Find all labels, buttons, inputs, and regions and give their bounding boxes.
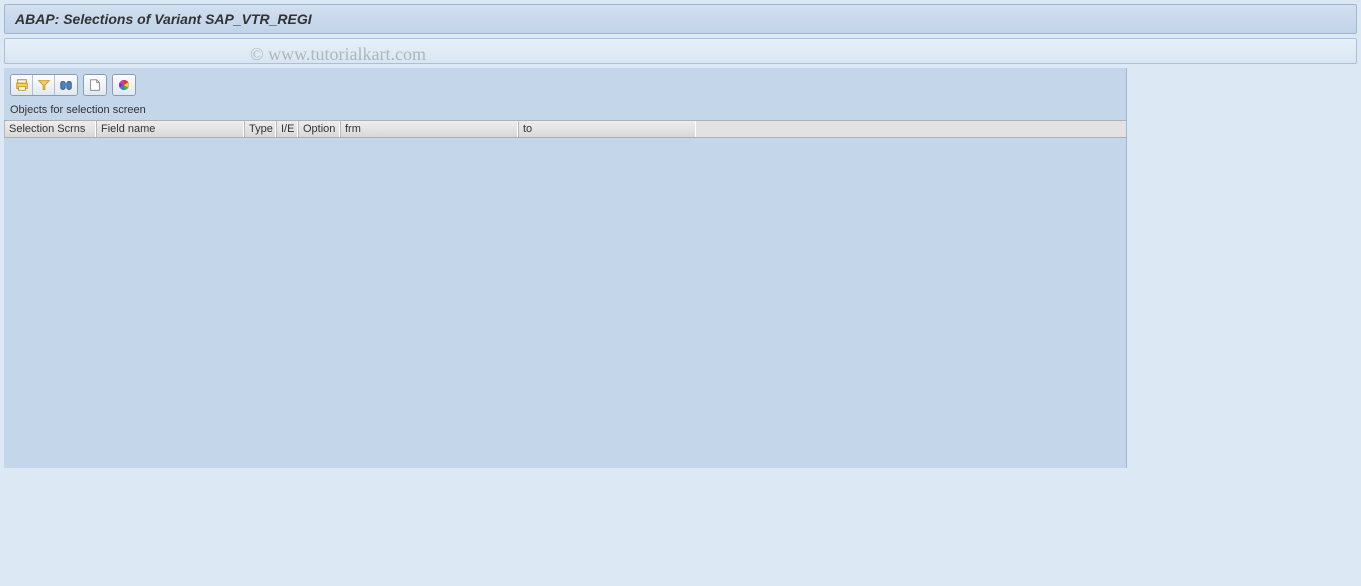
binoculars-icon — [59, 78, 73, 92]
page-title: ABAP: Selections of Variant SAP_VTR_REGI — [15, 11, 312, 27]
title-bar: ABAP: Selections of Variant SAP_VTR_REGI — [4, 4, 1357, 34]
col-type[interactable]: Type — [244, 121, 276, 137]
table-header-row: Selection Scrns Field name Type I/E Opti… — [4, 120, 1126, 138]
side-panel — [1127, 68, 1357, 468]
col-frm[interactable]: frm — [340, 121, 518, 137]
col-ie[interactable]: I/E — [276, 121, 298, 137]
col-option[interactable]: Option — [298, 121, 340, 137]
color-wheel-icon — [117, 78, 131, 92]
filter-icon — [37, 78, 51, 92]
main-panel: Objects for selection screen Selection S… — [4, 68, 1127, 468]
col-field-name[interactable]: Field name — [96, 121, 244, 137]
chart-button[interactable] — [113, 75, 135, 95]
application-toolbar — [4, 38, 1357, 64]
col-to[interactable]: to — [518, 121, 696, 137]
filter-button[interactable] — [33, 75, 55, 95]
print-icon — [15, 78, 29, 92]
toolbar-group-2 — [83, 74, 107, 96]
toolbar-group-1 — [10, 74, 78, 96]
print-button[interactable] — [11, 75, 33, 95]
col-selection-scrns[interactable]: Selection Scrns — [4, 121, 96, 137]
page-icon — [88, 78, 102, 92]
content-area: Objects for selection screen Selection S… — [4, 68, 1357, 468]
toolbar-group-3 — [112, 74, 136, 96]
export-button[interactable] — [84, 75, 106, 95]
columns-button[interactable] — [55, 75, 77, 95]
alv-toolbar — [4, 68, 1126, 100]
section-label: Objects for selection screen — [4, 100, 1126, 120]
